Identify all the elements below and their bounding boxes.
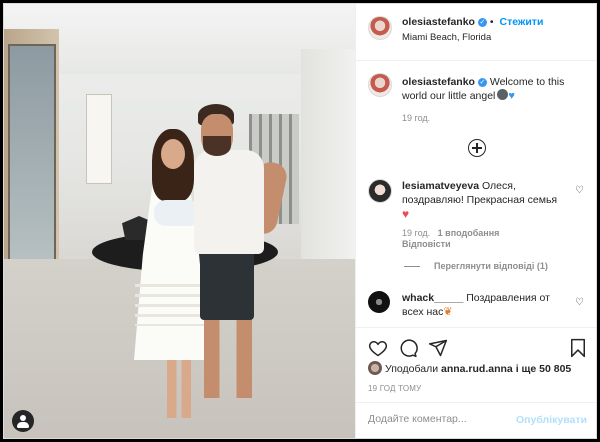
comment-username[interactable]: lesiamatveyeva xyxy=(402,180,479,192)
user-tag-icon[interactable] xyxy=(12,410,34,432)
comment-username[interactable]: whack_____ xyxy=(402,292,463,304)
post-header: olesiastefanko ✓ • Стежити Miami Beach, F… xyxy=(356,4,596,61)
liker-username[interactable]: anna.rud.anna xyxy=(441,363,513,375)
comment-item: whack_____ Поздравления от всех нас❦ xyxy=(402,291,552,319)
verified-badge-icon: ✓ xyxy=(477,17,487,27)
bookmark-icon[interactable] xyxy=(568,338,588,358)
post-location[interactable]: Miami Beach, Florida xyxy=(402,32,491,43)
smiling-face-emoji-icon xyxy=(497,89,509,100)
red-heart-emoji-icon: ♥ xyxy=(402,207,410,221)
likes-summary: Уподобали anna.rud.anna і ще 50 805 xyxy=(368,361,571,375)
photo-man-legs xyxy=(204,318,252,398)
comment-avatar[interactable] xyxy=(368,291,390,313)
author-line: olesiastefanko ✓ • Стежити xyxy=(402,16,543,28)
photo-wall-art xyxy=(86,94,112,184)
user-tag-head xyxy=(20,415,26,421)
post-date: 19 ГОД ТОМУ xyxy=(368,384,422,393)
view-replies-button[interactable]: Переглянути відповіді (1) xyxy=(434,261,548,271)
share-icon[interactable] xyxy=(428,338,448,358)
author-username[interactable]: olesiastefanko xyxy=(402,16,475,28)
likes-prefix: Уподобали xyxy=(385,363,439,375)
post-side-panel: olesiastefanko ✓ • Стежити Miami Beach, F… xyxy=(355,4,596,438)
window-frame: olesiastefanko ✓ • Стежити Miami Beach, F… xyxy=(0,0,600,442)
comment-like-heart-icon[interactable]: ♡ xyxy=(575,297,585,308)
photo-dress-stripes xyxy=(135,284,207,326)
photo-man-beard xyxy=(203,136,231,156)
comment-item: lesiamatveyeva Олеся, поздравляю! Прекра… xyxy=(402,179,562,222)
heart-icon[interactable] xyxy=(368,338,388,358)
comment-avatar[interactable] xyxy=(368,179,392,203)
author-avatar[interactable] xyxy=(368,16,392,40)
comment-icon[interactable] xyxy=(398,338,418,358)
add-comment-bar: Опублікувати xyxy=(356,402,596,438)
photo-woman-legs xyxy=(167,360,191,418)
user-tag-body xyxy=(17,422,29,428)
blue-heart-emoji-icon: ♥ xyxy=(508,90,515,102)
add-comment-input[interactable] xyxy=(368,413,518,425)
comment-likes[interactable]: 1 вподобання xyxy=(438,228,500,238)
plus-circle-icon[interactable] xyxy=(468,139,486,157)
liker-avatar[interactable] xyxy=(368,361,382,375)
publish-button[interactable]: Опублікувати xyxy=(516,414,587,426)
photo-man-shirt xyxy=(194,150,264,254)
caption: olesiastefanko ✓ Welcome to this world ou… xyxy=(402,75,587,125)
caption-avatar[interactable] xyxy=(368,73,392,97)
reply-button[interactable]: Відповісти xyxy=(402,239,451,249)
comment-meta: 19 год. 1 вподобання xyxy=(402,228,499,238)
comment-like-heart-icon[interactable]: ♡ xyxy=(575,185,585,196)
caption-username[interactable]: olesiastefanko xyxy=(402,76,475,88)
instagram-post: olesiastefanko ✓ • Стежити Miami Beach, F… xyxy=(3,3,597,439)
photo-right-wall xyxy=(301,49,355,269)
likes-count[interactable]: і ще 50 805 xyxy=(516,363,572,375)
follow-button[interactable]: Стежити xyxy=(499,16,543,28)
verified-badge-icon: ✓ xyxy=(477,77,487,87)
photo-woman-face xyxy=(161,139,185,169)
caption-time: 19 год. xyxy=(402,113,431,123)
butterfly-emoji-icon: ❦ xyxy=(443,306,453,318)
separator-dot: • xyxy=(489,16,494,28)
photo-man-shorts xyxy=(200,250,254,320)
comment-time: 19 год. xyxy=(402,228,431,238)
photo-window xyxy=(8,44,56,278)
comments-section: olesiastefanko ✓ Welcome to this world ou… xyxy=(356,61,596,327)
replies-divider xyxy=(404,266,420,267)
post-photo[interactable] xyxy=(4,4,355,438)
